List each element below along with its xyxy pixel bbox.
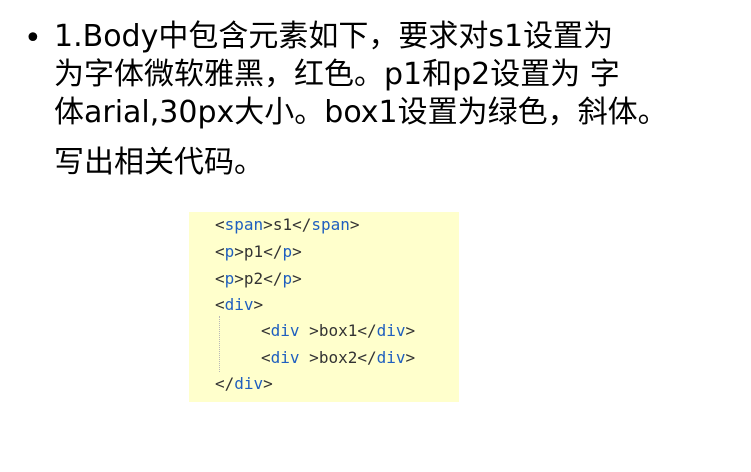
code-line-div-close: </div> bbox=[215, 374, 273, 393]
code-text: s1 bbox=[272, 215, 293, 234]
code-close-tag: div bbox=[376, 321, 406, 340]
code-close-tag: div bbox=[376, 348, 406, 367]
code-text: box1 bbox=[318, 321, 358, 340]
bullet-line-3: 体arial,30px大小。box1设置为绿色，斜体。 bbox=[54, 95, 668, 130]
bullet-symbol: • bbox=[24, 21, 42, 56]
code-text: box2 bbox=[318, 348, 358, 367]
code-close-tag: span bbox=[311, 215, 350, 234]
code-line-p2: <p>p2</p> bbox=[215, 269, 302, 288]
code-open-tag: div bbox=[270, 321, 310, 340]
code-text: p1 bbox=[243, 242, 264, 261]
code-close-tag: p bbox=[282, 242, 293, 261]
bullet-line-2: 为字体微软雅黑，红色。p1和p2设置为 字 bbox=[54, 57, 620, 92]
indent-guide bbox=[219, 316, 220, 372]
code-line-div-open: <div> bbox=[215, 295, 264, 314]
bullet-line-1: 1.Body中包含元素如下，要求对s1设置为 bbox=[54, 19, 614, 54]
bullet-text: 1.Body中包含元素如下，要求对s1设置为 为字体微软雅黑，红色。p1和p2设… bbox=[54, 18, 734, 182]
code-line-p1: <p>p1</p> bbox=[215, 242, 302, 261]
code-close-tag: p bbox=[282, 269, 293, 288]
code-line-box1: <div >box1</div> bbox=[261, 321, 416, 340]
slide: • 1.Body中包含元素如下，要求对s1设置为 为字体微软雅黑，红色。p1和p… bbox=[0, 0, 751, 472]
code-open-tag: span bbox=[224, 215, 264, 234]
code-open-tag: p bbox=[224, 242, 235, 261]
code-close-tag: div bbox=[234, 374, 264, 393]
code-line-span: <span>s1</span> bbox=[215, 215, 360, 234]
code-open-tag: div bbox=[270, 348, 310, 367]
code-open-tag: p bbox=[224, 269, 235, 288]
code-snippet: <span>s1</span> <p>p1</p> <p>p2</p> <div… bbox=[189, 212, 459, 402]
code-text: p2 bbox=[243, 269, 264, 288]
code-line-box2: <div >box2</div> bbox=[261, 348, 416, 367]
code-open-tag: div bbox=[224, 295, 254, 314]
bullet-line-4: 写出相关代码。 bbox=[54, 145, 264, 180]
